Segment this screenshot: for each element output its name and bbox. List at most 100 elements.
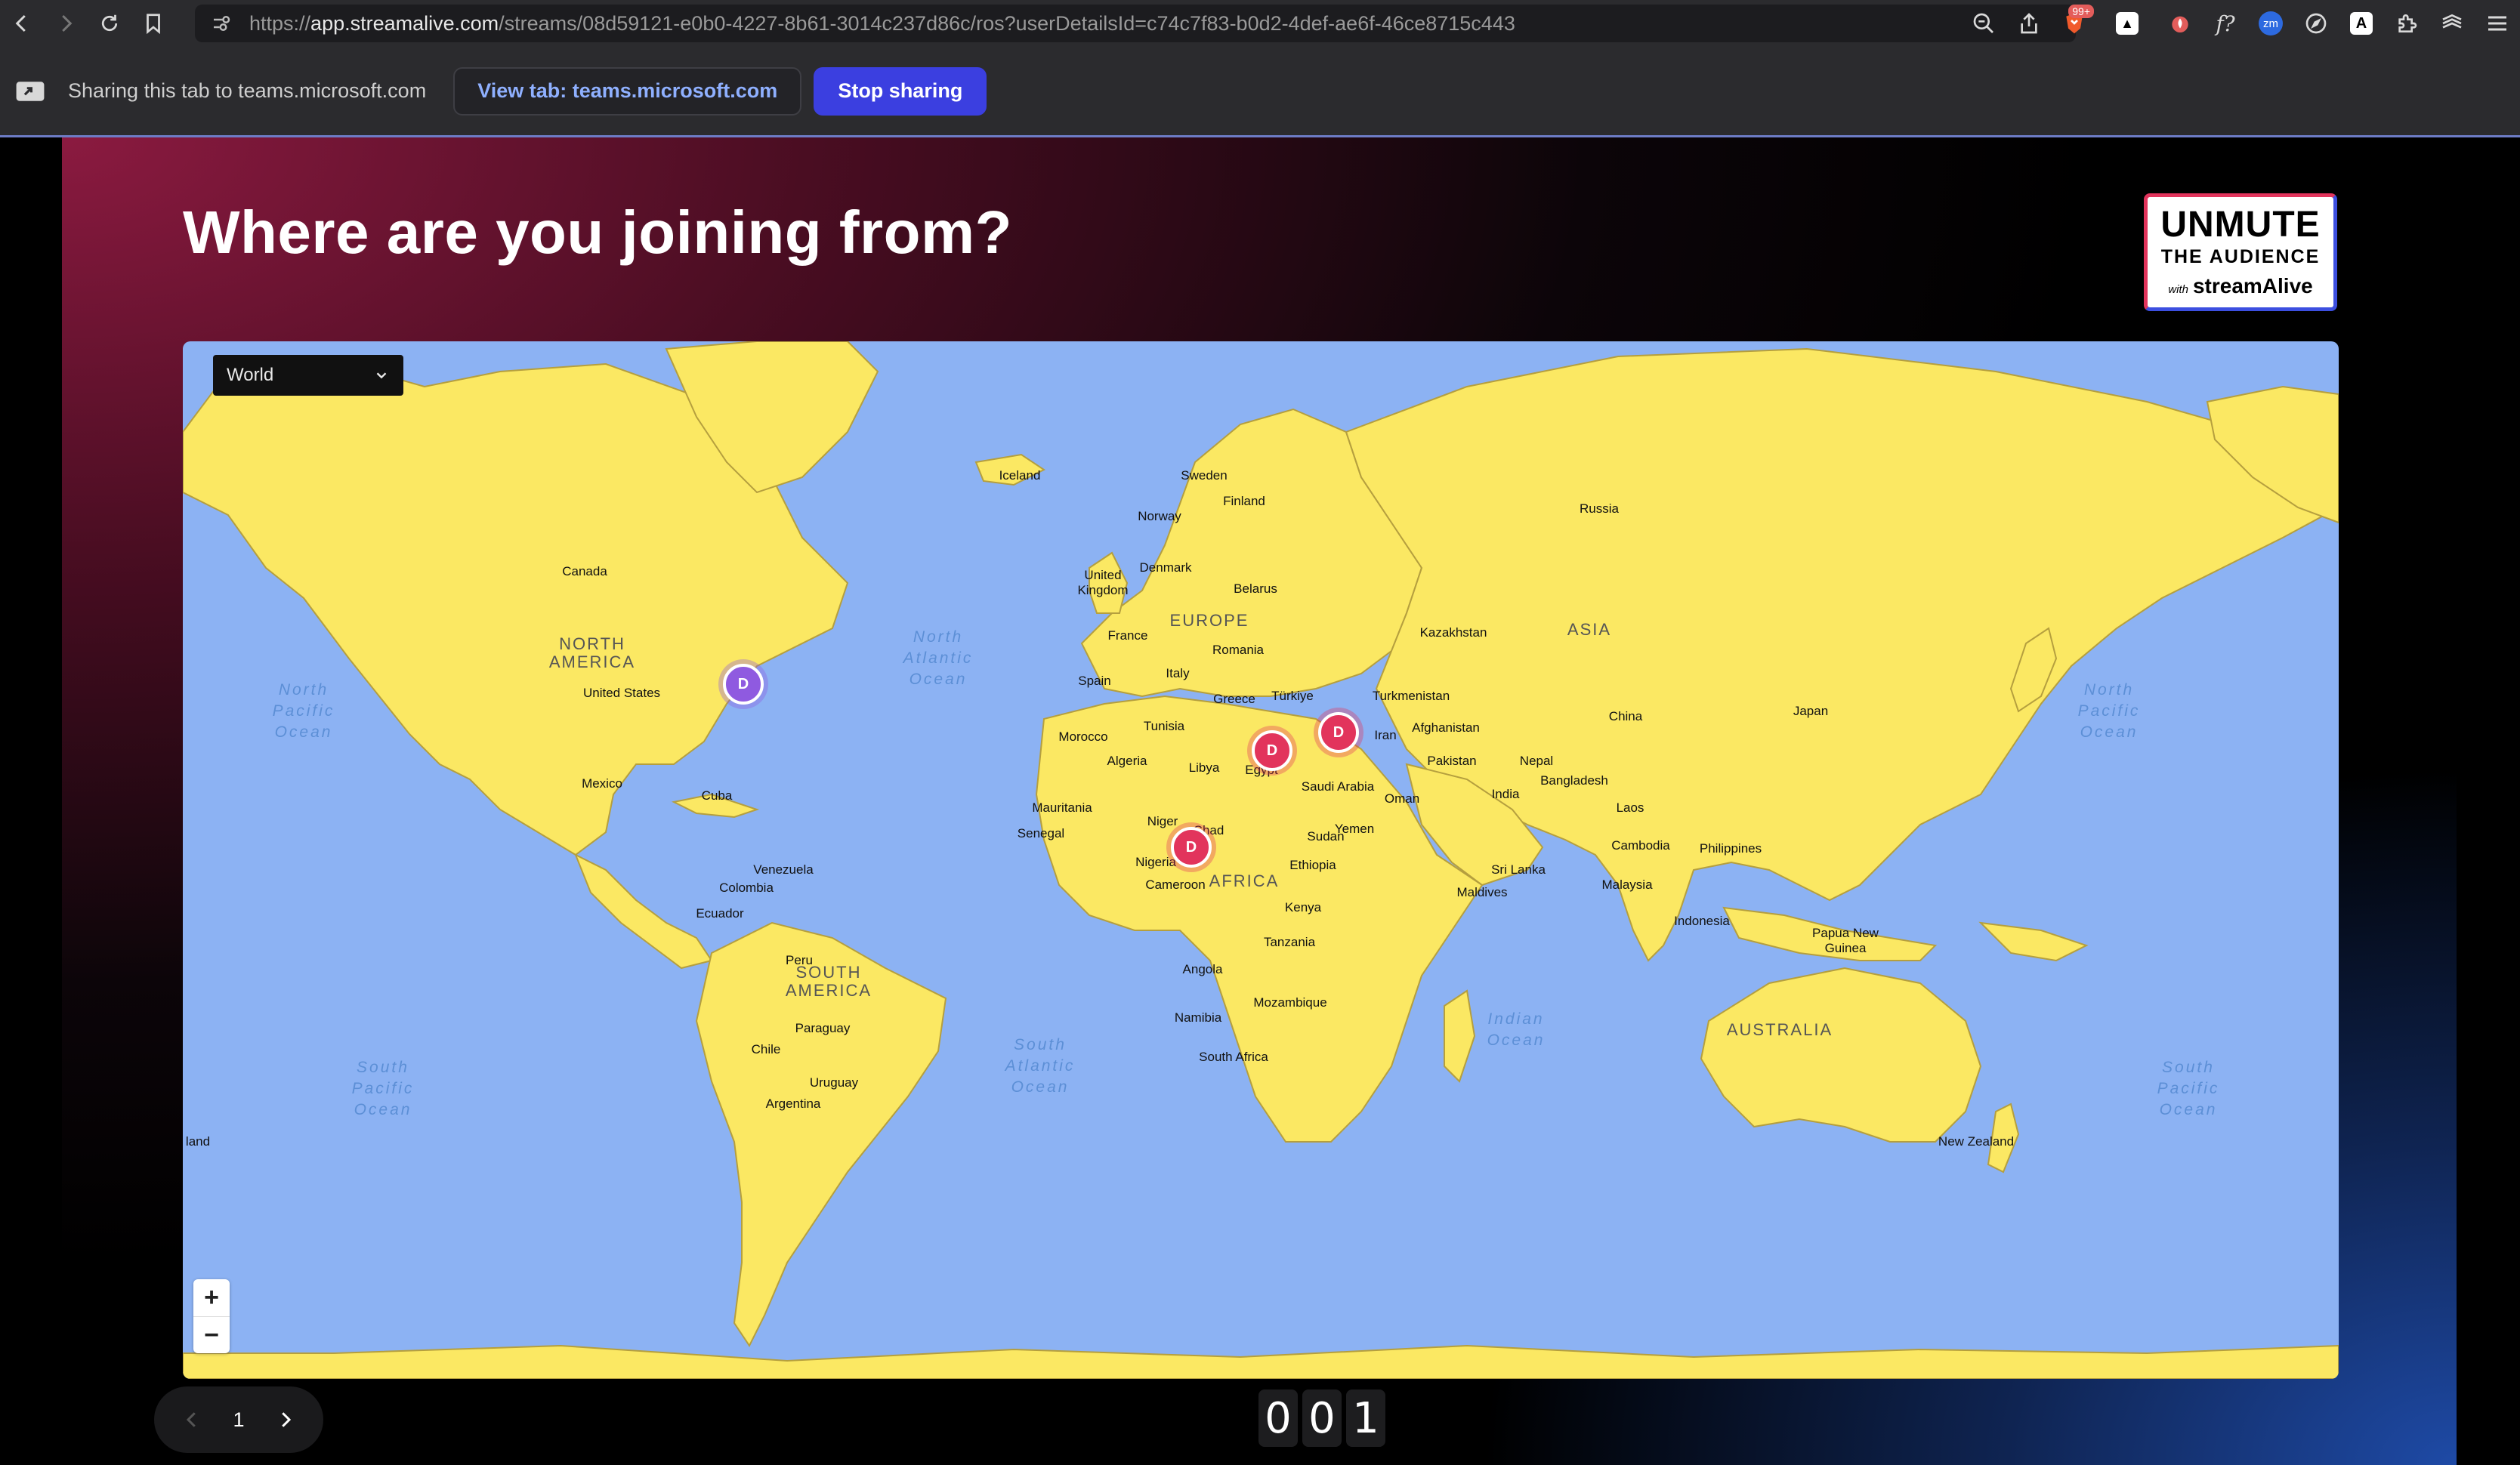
logo-brand: with streamAlive	[2168, 274, 2312, 298]
unmute-the-audience-logo: UNMUTE THE AUDIENCE with streamAlive	[2144, 193, 2337, 311]
country-label: Namibia	[1174, 1010, 1222, 1025]
participant-marker-iraq[interactable]: D	[1318, 712, 1359, 753]
participant-marker-nigeria[interactable]: D	[1171, 827, 1212, 868]
response-counter: 0 0 1	[1258, 1389, 1385, 1447]
logo-line-1: UNMUTE	[2160, 204, 2321, 245]
country-label: Saudi Arabia	[1301, 779, 1375, 794]
url-text: https://app.streamalive.com/streams/08d5…	[249, 12, 1515, 35]
forward-arrow-icon	[62, 14, 73, 32]
country-label: Italy	[1166, 666, 1190, 680]
screen-share-icon	[16, 81, 45, 101]
country-label: Turkmenistan	[1372, 689, 1450, 703]
country-label: Mozambique	[1253, 995, 1327, 1010]
madagascar-landmass	[1444, 989, 1476, 1083]
ocean-label-indian: Indian Ocean	[1487, 1010, 1546, 1049]
zm-icon: zm	[2259, 11, 2283, 35]
antarctica-landmass	[183, 1344, 2339, 1379]
country-label: Laos	[1616, 800, 1644, 815]
fx-icon: f?	[2216, 11, 2235, 36]
country-label: Sweden	[1181, 468, 1228, 483]
country-label: Tanzania	[1263, 935, 1316, 949]
country-label: China	[1608, 709, 1643, 723]
country-label: India	[1491, 787, 1520, 801]
country-label: Nepal	[1519, 754, 1554, 768]
url-host: app.streamalive.com	[310, 11, 499, 35]
forward-button[interactable]	[44, 0, 88, 47]
country-label: Russia	[1580, 501, 1619, 516]
country-label: Kazakhstan	[1419, 625, 1487, 640]
extensions-area: 99+ ▲ f? zm A	[1961, 0, 2520, 47]
country-label: Mauritania	[1032, 800, 1092, 815]
view-tab-button[interactable]: View tab: teams.microsoft.com	[453, 66, 802, 116]
zoom-in-button[interactable]: +	[193, 1279, 230, 1316]
country-label: France	[1107, 628, 1148, 643]
ocean-label-south-atlantic: South Atlantic Ocean	[1005, 1036, 1076, 1096]
ext-a2-button[interactable]: A	[2339, 0, 2384, 47]
site-settings-icon[interactable]	[210, 12, 233, 35]
country-label: Iceland	[999, 468, 1041, 483]
region-select-dropdown[interactable]: World	[213, 355, 403, 396]
ext-a-button[interactable]: ▲	[2097, 0, 2157, 47]
country-label: United Kingdom	[1077, 568, 1129, 597]
extensions-menu-button[interactable]	[2384, 0, 2429, 47]
country-label: Kenya	[1284, 900, 1322, 914]
url-scheme: https://	[249, 11, 311, 35]
reload-icon	[101, 14, 118, 32]
bookmark-icon	[147, 14, 160, 35]
country-label: Libya	[1188, 760, 1220, 775]
url-path: /streams/08d59121-e0b0-4227-8b61-3014c23…	[499, 11, 1515, 35]
country-label: Peru	[786, 953, 813, 967]
slide-pager: 1	[154, 1386, 323, 1453]
region-label-africa: AFRICA	[1209, 871, 1280, 890]
country-label: Colombia	[719, 881, 774, 895]
country-label: Afghanistan	[1412, 720, 1480, 735]
browser-toolbar: https://app.streamalive.com/streams/08d5…	[0, 0, 2520, 47]
slide-number: 1	[233, 1408, 245, 1431]
zoom-out-button[interactable]: −	[193, 1316, 230, 1353]
bookmark-button[interactable]	[131, 0, 175, 47]
main-menu-button[interactable]	[2475, 0, 2520, 47]
country-label: Argentina	[765, 1096, 821, 1111]
chevron-down-icon	[376, 372, 387, 379]
country-label: Denmark	[1139, 560, 1192, 575]
ext-layers-button[interactable]	[2429, 0, 2475, 47]
page-content: Where are you joining from? UNMUTE THE A…	[0, 137, 2520, 1465]
back-arrow-icon	[15, 14, 26, 32]
counter-digit: 0	[1258, 1389, 1298, 1447]
zoom-out-button[interactable]	[1961, 0, 2006, 47]
country-label: Sri Lanka	[1491, 862, 1546, 877]
country-label: South Africa	[1199, 1050, 1268, 1064]
ext-zm-button[interactable]: zm	[2248, 0, 2293, 47]
world-map[interactable]: North Atlantic Ocean North Pacific Ocean…	[183, 341, 2339, 1379]
country-label: Romania	[1212, 643, 1265, 657]
country-label: Finland	[1223, 494, 1265, 508]
ext-a-icon: ▲	[2116, 12, 2139, 35]
next-slide-button[interactable]	[270, 1405, 301, 1435]
country-label: Paraguay	[795, 1021, 851, 1035]
country-label: Japan	[1793, 704, 1829, 718]
country-label: Niger	[1147, 814, 1178, 828]
share-icon	[2021, 13, 2037, 34]
country-label: Indonesia	[1674, 914, 1730, 928]
stop-sharing-button[interactable]: Stop sharing	[814, 66, 987, 116]
ext-flame-button[interactable]	[2157, 0, 2203, 47]
participant-marker-egypt[interactable]: D	[1252, 730, 1292, 771]
country-label: Philippines	[1699, 841, 1762, 856]
zoom-out-icon	[1973, 13, 1993, 33]
share-page-button[interactable]	[2006, 0, 2052, 47]
menu-icon	[2488, 16, 2506, 31]
address-bar[interactable]: https://app.streamalive.com/streams/08d5…	[195, 5, 2076, 42]
ext-compass-button[interactable]	[2293, 0, 2339, 47]
previous-slide-button[interactable]	[177, 1405, 207, 1435]
country-label: Malaysia	[1601, 877, 1653, 892]
brave-shields-button[interactable]: 99+	[2052, 0, 2097, 47]
ext-a2-icon: A	[2350, 12, 2373, 35]
ext-fx-button[interactable]: f?	[2203, 0, 2248, 47]
ocean-label-north-atlantic: North Atlantic Ocean	[903, 628, 974, 688]
central-america-landmass	[574, 853, 713, 970]
participant-marker-united-states[interactable]: D	[723, 664, 764, 705]
chevron-right-icon	[282, 1412, 292, 1427]
back-button[interactable]	[0, 0, 44, 47]
reload-button[interactable]	[88, 0, 131, 47]
country-label: Mexico	[582, 776, 622, 791]
